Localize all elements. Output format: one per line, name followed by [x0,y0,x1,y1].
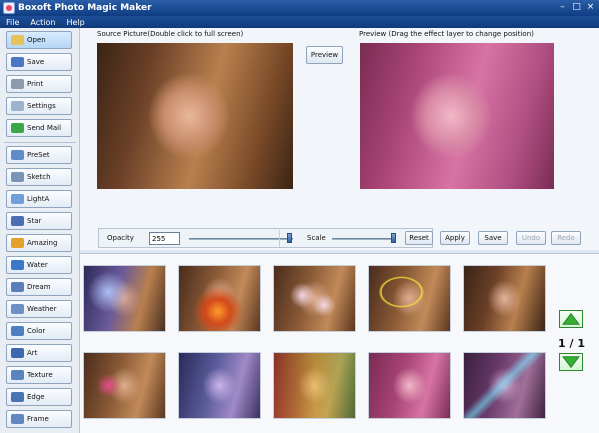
panel-divider [279,230,280,247]
open-button[interactable]: Open [6,31,72,49]
texture-icon [11,370,24,380]
preview-button[interactable]: Preview [306,46,343,64]
effect-color-button[interactable]: Color [6,322,72,340]
undo-button[interactable]: Undo [516,231,546,245]
page-down-button[interactable] [559,353,583,371]
effect-lighta-button[interactable]: LightA [6,190,72,208]
effect-thumbnail[interactable] [273,265,356,332]
save-button[interactable]: Save [6,53,72,71]
effect-thumbnail[interactable] [368,265,451,332]
effect-thumbnail[interactable] [178,265,261,332]
scale-slider-thumb[interactable] [391,233,396,243]
effect-dream-button[interactable]: Dream [6,278,72,296]
effect-water-button[interactable]: Water [6,256,72,274]
effect-thumbnail[interactable] [178,352,261,419]
water-icon [11,260,24,270]
effect-preset-button[interactable]: PreSet [6,146,72,164]
page-counter: 1 / 1 [558,337,585,350]
scale-slider[interactable] [332,238,396,240]
effect-thumbnail[interactable] [463,352,546,419]
star-icon [11,216,24,226]
redo-button[interactable]: Redo [551,231,581,245]
menu-bar: File Action Help [0,16,599,28]
effect-thumbnail[interactable] [83,265,166,332]
folder-icon [11,35,24,45]
title-bar: Boxoft Photo Magic Maker – □ × [0,0,599,16]
effect-thumbnail[interactable] [83,352,166,419]
amazing-icon [11,238,24,248]
layer-controls-panel: Opacity Scale Reset [98,228,433,248]
effect-sketch-button[interactable]: Sketch [6,168,72,186]
menu-action[interactable]: Action [30,18,55,27]
printer-icon [11,79,24,89]
arrow-down-icon [562,356,580,369]
settings-icon [11,101,24,111]
page-up-button[interactable] [559,310,583,328]
save-effect-button[interactable]: Save [478,231,508,245]
scale-label: Scale [307,234,326,242]
send-mail-icon [11,123,24,133]
source-picture[interactable] [97,43,293,189]
effect-thumbnail[interactable] [273,352,356,419]
frame-icon [11,414,24,424]
effect-thumbnail[interactable] [463,265,546,332]
effect-star-button[interactable]: Star [6,212,72,230]
apply-button[interactable]: Apply [440,231,470,245]
color-icon [11,326,24,336]
weather-icon [11,304,24,314]
app-icon [3,2,15,14]
effect-frame-button[interactable]: Frame [6,410,72,428]
opacity-slider[interactable] [189,238,293,240]
opacity-label: Opacity [107,234,134,242]
maximize-button[interactable]: □ [570,1,583,13]
effect-thumbnail[interactable] [368,352,451,419]
effect-texture-button[interactable]: Texture [6,366,72,384]
edge-icon [11,392,24,402]
close-button[interactable]: × [584,1,597,13]
sidebar-divider [4,142,76,143]
effect-art-button[interactable]: Art [6,344,72,362]
preview-picture[interactable] [360,43,554,189]
preset-icon [11,150,24,160]
sketch-icon [11,172,24,182]
opacity-slider-thumb[interactable] [287,233,292,243]
sidebar: Open Save Print Settings Send Mail PreSe… [0,28,80,433]
effect-weather-button[interactable]: Weather [6,300,72,318]
workspace: Source Picture(Double click to full scre… [80,28,599,250]
send-mail-button[interactable]: Send Mail [6,119,72,137]
window-controls: – □ × [556,1,597,13]
arrow-up-icon [562,312,580,325]
effect-edge-button[interactable]: Edge [6,388,72,406]
source-label: Source Picture(Double click to full scre… [97,30,244,38]
dream-icon [11,282,24,292]
preview-label: Preview (Drag the effect layer to change… [359,30,534,38]
window-title: Boxoft Photo Magic Maker [18,3,152,13]
art-icon [11,348,24,358]
menu-help[interactable]: Help [66,18,84,27]
minimize-button[interactable]: – [556,1,569,13]
effect-amazing-button[interactable]: Amazing [6,234,72,252]
print-button[interactable]: Print [6,75,72,93]
save-icon [11,57,24,67]
effect-gallery: 1 / 1 [80,253,599,433]
light-icon [11,194,24,204]
opacity-input[interactable] [149,232,180,245]
menu-file[interactable]: File [6,18,19,27]
reset-button[interactable]: Reset [405,231,433,245]
settings-button[interactable]: Settings [6,97,72,115]
